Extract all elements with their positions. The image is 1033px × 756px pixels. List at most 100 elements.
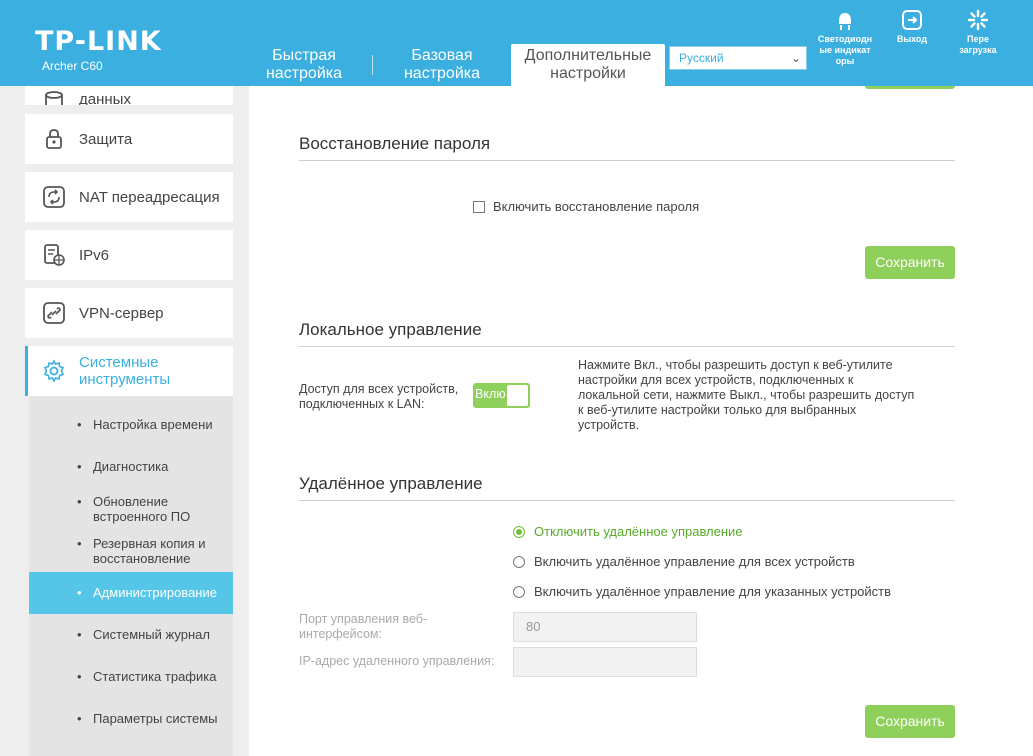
language-value: Русский [679, 51, 724, 65]
radio-button[interactable] [513, 556, 525, 568]
remote-management-title: Удалённое управление [299, 474, 483, 493]
led-label-line2: ые индикат [819, 45, 871, 55]
remote-option-specific-devices[interactable]: Включить удалённое управление для указан… [513, 584, 891, 599]
led-label-line1: Светодиодн [817, 34, 873, 44]
lan-access-label-line2: подключенных к LAN: [299, 397, 425, 411]
section-divider [299, 160, 955, 161]
local-management-title: Локальное управление [299, 320, 482, 339]
lan-access-label-line1: Доступ для всех устройств, [299, 382, 459, 396]
sidebar-item-label: IPv6 [79, 246, 110, 264]
help-line1: Нажмите Вкл., чтобы разрешить доступ к в… [578, 358, 893, 372]
system-tools-line2: инструменты [79, 371, 171, 388]
password-recovery-checkbox[interactable] [473, 201, 485, 213]
logout-label: Выход [896, 34, 928, 44]
sidebar-item-label: VPN-сервер [79, 304, 164, 322]
tab-quick-setup-line2: настройка [265, 65, 343, 82]
submenu-item-system-log[interactable]: Системный журнал [29, 627, 233, 642]
ipv6-icon [44, 244, 65, 266]
submenu-item-administration[interactable]: Администрирование [29, 572, 233, 614]
submenu-item-time[interactable]: Настройка времени [29, 417, 233, 432]
submenu-item-diagnostics[interactable]: Диагностика [29, 459, 233, 474]
radio-button-selected[interactable] [513, 526, 525, 538]
tp-link-logo: TP-LINK [35, 26, 162, 57]
remote-option-disable[interactable]: Отключить удалённое управление [513, 524, 743, 539]
remote-option-label: Отключить удалённое управление [534, 524, 743, 539]
logout-icon [902, 10, 922, 30]
system-tools-submenu: Настройка времени Диагностика Обновление… [29, 396, 233, 756]
sidebar: данных Защита NAT переадресация IPv6 VPN… [25, 86, 233, 756]
sidebar-item-ipv6[interactable]: IPv6 [25, 230, 233, 280]
tab-advanced-line1: Дополнительные [524, 47, 652, 64]
sidebar-item-system-tools-label: Системные инструменты [79, 354, 170, 388]
remote-option-all-devices[interactable]: Включить удалённое управление для всех у… [513, 554, 855, 569]
help-line4: к веб-утилите настройки только для выбра… [578, 403, 857, 417]
logout-button[interactable]: Выход [889, 9, 935, 45]
submenu-item-traffic-stats[interactable]: Статистика трафика [29, 669, 233, 684]
database-icon [45, 91, 63, 105]
reboot-label-line1: Пере [967, 34, 989, 44]
remote-ip-label: IP-адрес удаленного управления: [299, 654, 495, 668]
top-header: TP-LINK Archer C60 Быстрая настройка Баз… [0, 0, 1033, 86]
toggle-label: Вклю [475, 387, 506, 401]
tab-divider [372, 55, 373, 75]
submenu-item-backup[interactable]: Резервная копия и восстановление [29, 536, 233, 566]
sidebar-item-vpn[interactable]: VPN-сервер [25, 288, 233, 338]
reboot-button[interactable]: Пере загрузка [952, 9, 1004, 56]
led-bulb-icon [839, 13, 851, 30]
toggle-knob [507, 385, 528, 406]
section-divider [299, 500, 955, 501]
tab-advanced-line2: настройки [550, 65, 626, 82]
remote-option-label: Включить удалённое управление для всех у… [534, 554, 855, 569]
system-tools-line1: Системные [79, 354, 159, 371]
submenu-item-firmware[interactable]: Обновление встроенного ПО [29, 494, 233, 524]
password-recovery-save-button[interactable]: Сохранить [865, 246, 955, 279]
password-recovery-checkbox-row[interactable]: Включить восстановление пароля [473, 199, 699, 214]
gear-icon [43, 359, 65, 383]
sidebar-item-label: NAT переадресация [79, 188, 220, 206]
sidebar-item-label: Защита [79, 130, 133, 148]
backup-line1: Резервная копия и [93, 536, 206, 551]
help-line5: устройств. [578, 418, 640, 432]
firmware-line1: Обновление [93, 494, 169, 509]
help-line3: локальной сети, нажмите Выкл., чтобы раз… [578, 388, 915, 402]
tab-basic-line1: Базовая [411, 47, 473, 64]
port-label: Порт управления веб- интерфейсом: [299, 612, 427, 642]
port-label-line1: Порт управления веб- [299, 612, 428, 626]
lock-icon [46, 129, 62, 149]
password-recovery-checkbox-label: Включить восстановление пароля [493, 199, 700, 214]
reboot-icon [967, 9, 989, 31]
section-divider [299, 346, 955, 347]
lan-access-label: Доступ для всех устройств, подключенных … [299, 382, 458, 412]
tab-quick-setup-line1: Быстрая [272, 47, 336, 64]
local-management-help-text: Нажмите Вкл., чтобы разрешить доступ к в… [578, 358, 948, 433]
sidebar-item-security[interactable]: Защита [25, 114, 233, 164]
radio-button[interactable] [513, 586, 525, 598]
tab-advanced[interactable]: Дополнительные настройки [511, 44, 665, 86]
main-content: Восстановление пароля Включить восстанов… [249, 86, 1033, 756]
remote-ip-input[interactable] [513, 647, 697, 677]
language-select[interactable]: Русский ⌄ [669, 46, 807, 70]
sidebar-item-system-tools[interactable]: Системные инструменты [25, 346, 233, 396]
port-input[interactable]: 80 [513, 612, 697, 642]
port-label-line2: интерфейсом: [299, 627, 383, 641]
password-recovery-title: Восстановление пароля [299, 134, 491, 153]
submenu-item-system-params[interactable]: Параметры системы [29, 711, 233, 726]
led-label-line3: оры [835, 56, 855, 66]
remote-management-save-button[interactable]: Сохранить [865, 705, 955, 738]
help-line2: настройки для всех устройств, подключенн… [578, 373, 854, 387]
remote-option-label: Включить удалённое управление для указан… [534, 584, 892, 599]
model-name: Archer C60 [42, 59, 103, 73]
nat-forwarding-icon [43, 186, 65, 208]
led-button[interactable]: Светодиодн ые индикат оры [812, 9, 878, 67]
chevron-down-icon: ⌄ [790, 51, 801, 65]
previous-save-button[interactable] [865, 86, 955, 89]
reboot-label-line2: загрузка [959, 45, 997, 55]
vpn-icon [43, 302, 65, 324]
lan-access-toggle[interactable]: Вклю [473, 383, 530, 408]
sidebar-item-data[interactable]: данных [25, 86, 233, 105]
firmware-line2: встроенного ПО [93, 509, 191, 524]
tab-basic[interactable]: Базовая настройка [390, 47, 494, 86]
tab-quick-setup[interactable]: Быстрая настройка [255, 47, 353, 86]
sidebar-item-nat[interactable]: NAT переадресация [25, 172, 233, 222]
tab-basic-line2: настройка [403, 65, 481, 82]
